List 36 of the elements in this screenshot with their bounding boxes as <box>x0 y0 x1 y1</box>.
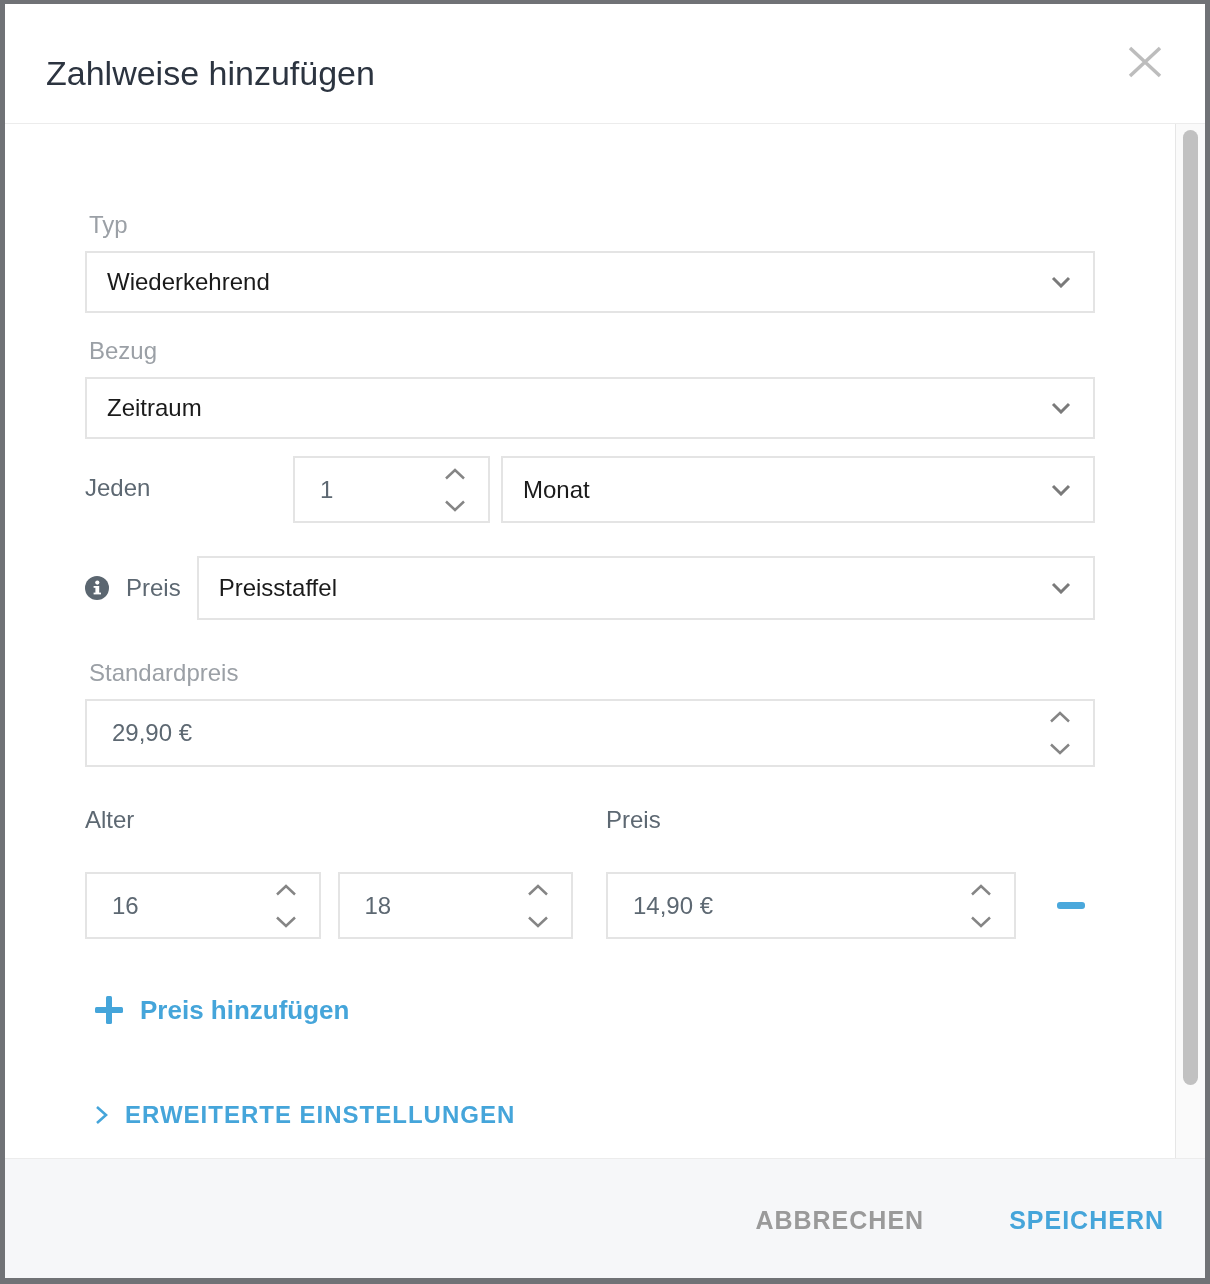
chevron-up-icon[interactable] <box>444 467 466 480</box>
select-field[interactable]: Preisstaffel <box>196 556 1095 620</box>
chevron-down-icon[interactable] <box>970 915 992 928</box>
number-field[interactable]: 14,90 € <box>606 872 1016 939</box>
number-field[interactable]: 29,90 € <box>85 699 1095 767</box>
select-field[interactable]: Wiederkehrend <box>85 251 1095 313</box>
chevron-up-icon[interactable] <box>274 883 297 896</box>
plus-icon[interactable] <box>95 996 123 1024</box>
number-field[interactable]: 18 <box>337 872 573 939</box>
chevron-up-icon[interactable] <box>970 883 992 896</box>
field-label: Preis <box>126 573 181 603</box>
field-label: Standardpreis <box>88 658 240 688</box>
chevron-down-icon[interactable] <box>1051 402 1071 414</box>
chevron-down-icon[interactable] <box>1051 582 1071 594</box>
field-label: Typ <box>88 210 129 240</box>
chevron-down-icon[interactable] <box>1049 743 1071 755</box>
select-field[interactable]: Monat <box>501 456 1095 523</box>
chevron-down-icon[interactable] <box>527 915 549 928</box>
chevron-up-icon[interactable] <box>527 883 549 896</box>
chevron-down-icon[interactable] <box>1051 483 1071 496</box>
select-field[interactable]: Zeitraum <box>85 377 1095 439</box>
column-label: Preis <box>606 805 662 835</box>
chevron-down-icon[interactable] <box>444 499 466 512</box>
chevron-down-icon[interactable] <box>1051 276 1071 288</box>
chevron-right-icon[interactable] <box>95 1105 108 1125</box>
chevron-up-icon[interactable] <box>1049 711 1071 723</box>
number-field[interactable]: 16 <box>85 872 321 939</box>
column-label: Alter <box>85 805 136 835</box>
scrollbar-thumb[interactable] <box>1183 130 1198 1085</box>
field-label: Bezug <box>88 336 159 366</box>
close-icon[interactable] <box>1128 45 1162 78</box>
dialog-title: Zahlweise hinzufügen <box>46 52 375 93</box>
field-label: Jeden <box>85 472 152 503</box>
info-icon[interactable] <box>85 576 109 600</box>
chevron-down-icon[interactable] <box>274 915 297 928</box>
number-field[interactable]: 1 <box>293 456 490 523</box>
